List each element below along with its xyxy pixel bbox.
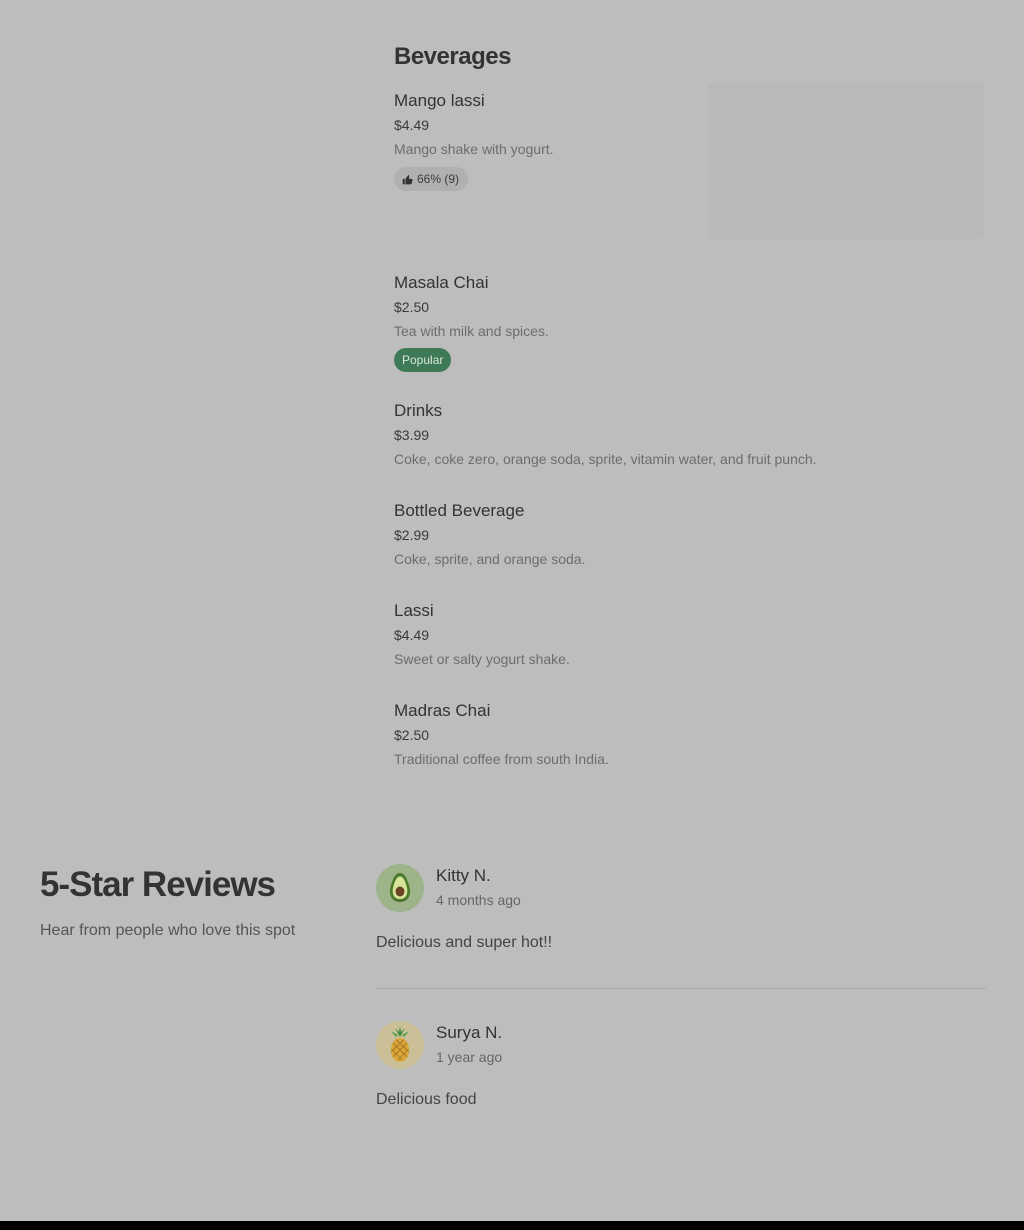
reviewer-name: Kitty N. [436,866,491,885]
reviews-heading: 5-Star Reviews [40,865,276,904]
item-description: Coke, sprite, and orange soda. [394,551,586,567]
reviewer-name: Surya N. [436,1023,503,1042]
menu-item-drinks[interactable]: Drinks $3.99 Coke, coke zero, orange sod… [394,400,986,472]
item-price: $2.99 [394,527,430,543]
avocado-icon [389,873,411,902]
thumbs-up-icon [402,174,413,184]
menu-item-bottled-beverage[interactable]: Bottled Beverage $2.99 Coke, sprite, and… [394,500,986,572]
popular-badge: Popular [394,348,452,372]
rating-text: 66% (9) [417,172,460,186]
pineapple-icon [390,1026,410,1062]
rating-badge: 66% (9) [394,167,469,191]
review-date: 1 year ago [436,1049,503,1065]
section-title: Beverages [394,43,511,70]
item-price: $2.50 [394,299,430,315]
menu-item-lassi[interactable]: Lassi $4.49 Sweet or salty yogurt shake. [394,600,986,672]
item-price: $3.99 [394,427,430,443]
item-price: $4.49 [394,117,430,133]
menu-item-masala-chai[interactable]: Masala Chai $2.50 Tea with milk and spic… [394,272,986,372]
review-divider [376,988,986,989]
avatar [376,864,424,912]
review-text: Delicious and super hot!! [376,934,553,951]
menu-item-madras-chai[interactable]: Madras Chai $2.50 Traditional coffee fro… [394,700,986,772]
item-description: Traditional coffee from south India. [394,751,609,767]
review-card: Kitty N. 4 months ago Delicious and supe… [376,864,986,964]
item-name: Drinks [394,401,443,420]
review-card: Surya N. 1 year ago Delicious food [376,1021,986,1121]
item-description: Sweet or salty yogurt shake. [394,651,570,667]
menu-section-beverages: Beverages Mango lassi $4.49 Mango shake … [394,38,986,767]
item-price: $2.50 [394,727,430,743]
item-photo-placeholder [708,83,984,239]
item-name: Mango lassi [394,91,485,110]
review-text: Delicious food [376,1091,477,1108]
item-price: $4.49 [394,627,430,643]
item-description: Coke, coke zero, orange soda, sprite, vi… [394,451,817,467]
item-description: Tea with milk and spices. [394,323,549,339]
footer-bar [0,1221,1024,1230]
item-name: Lassi [394,601,434,620]
item-name: Masala Chai [394,273,489,292]
item-description: Mango shake with yogurt. [394,141,554,157]
menu-item-mango-lassi[interactable]: Mango lassi $4.49 Mango shake with yogur… [394,83,986,250]
reviews-subheading: Hear from people who love this spot [40,922,296,939]
review-date: 4 months ago [436,892,521,908]
item-name: Bottled Beverage [394,501,525,520]
item-name: Madras Chai [394,701,491,720]
avatar [376,1021,424,1069]
